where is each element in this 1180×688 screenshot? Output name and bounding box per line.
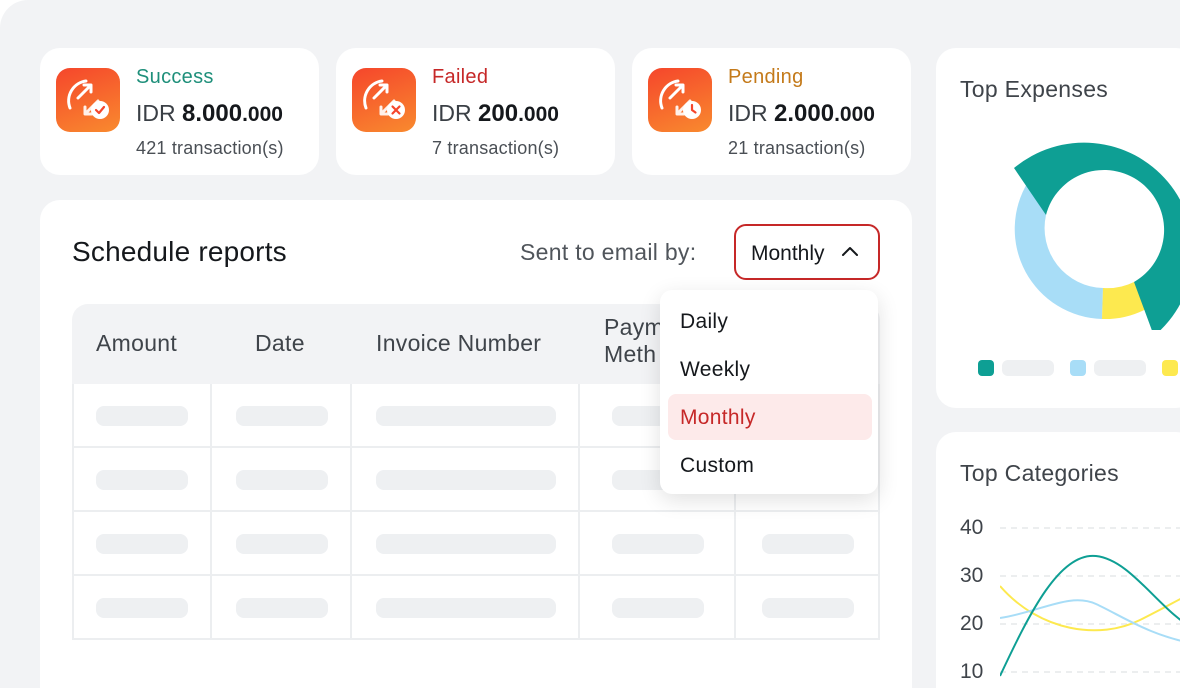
frequency-select[interactable]: Monthly	[734, 224, 880, 280]
transfer-cross-icon	[352, 68, 416, 132]
option-daily[interactable]: Daily	[668, 298, 872, 344]
column-header-date[interactable]: Date	[255, 330, 305, 357]
stat-amount: IDR 8.000.000	[136, 100, 283, 127]
table-row[interactable]	[74, 512, 878, 576]
stat-count: 7 transaction(s)	[432, 138, 560, 158]
top-expenses-card: Top Expenses	[936, 48, 1180, 408]
stat-amount: IDR 2.000.000	[728, 100, 875, 127]
top-categories-title: Top Categories	[960, 460, 1119, 486]
column-header-amount[interactable]: Amount	[96, 330, 177, 357]
y-axis-tick: 10	[960, 660, 984, 683]
top-categories-card: Top Categories 40 30 20 10	[936, 432, 1180, 688]
stat-count: 421 transaction(s)	[136, 138, 284, 158]
stat-card-failed[interactable]: Failed IDR 200.000 7 transaction(s)	[336, 48, 615, 175]
chevron-up-icon	[842, 247, 858, 256]
sent-to-email-label: Sent to email by:	[520, 239, 697, 265]
frequency-select-value: Monthly	[751, 242, 825, 265]
stat-status: Pending	[728, 66, 804, 88]
transfer-check-icon	[56, 68, 120, 132]
legend-label-placeholder	[1002, 360, 1054, 376]
y-axis-tick: 30	[960, 564, 984, 587]
frequency-dropdown-menu: Daily Weekly Monthly Custom	[660, 290, 878, 494]
stat-status: Success	[136, 66, 214, 88]
y-axis-tick: 40	[960, 516, 984, 539]
categories-line-chart	[1000, 527, 1180, 677]
expenses-donut-chart	[1014, 142, 1180, 330]
top-expenses-title: Top Expenses	[960, 76, 1109, 102]
option-custom[interactable]: Custom	[668, 442, 872, 488]
stat-amount: IDR 200.000	[432, 100, 559, 127]
stat-card-pending[interactable]: Pending IDR 2.000.000 21 transaction(s)	[632, 48, 911, 175]
donut-segment-light-blue	[1014, 182, 1103, 319]
legend-label-placeholder	[1094, 360, 1146, 376]
table-row[interactable]	[74, 576, 878, 640]
stat-status: Failed	[432, 66, 489, 88]
page-title: Schedule reports	[72, 236, 287, 267]
option-weekly[interactable]: Weekly	[668, 346, 872, 392]
transfer-clock-icon	[648, 68, 712, 132]
y-axis-tick: 20	[960, 612, 984, 635]
stat-count: 21 transaction(s)	[728, 138, 866, 158]
option-monthly[interactable]: Monthly	[668, 394, 872, 440]
legend-swatch-teal	[978, 360, 994, 376]
stat-card-success[interactable]: Success IDR 8.000.000 421 transaction(s)	[40, 48, 319, 175]
legend-swatch-light-blue	[1070, 360, 1086, 376]
series-line-teal	[1000, 554, 1180, 677]
column-header-invoice-number[interactable]: Invoice Number	[376, 330, 541, 357]
column-header-payment-method[interactable]: Paym Meth	[604, 314, 664, 368]
legend-swatch-yellow	[1162, 360, 1178, 376]
